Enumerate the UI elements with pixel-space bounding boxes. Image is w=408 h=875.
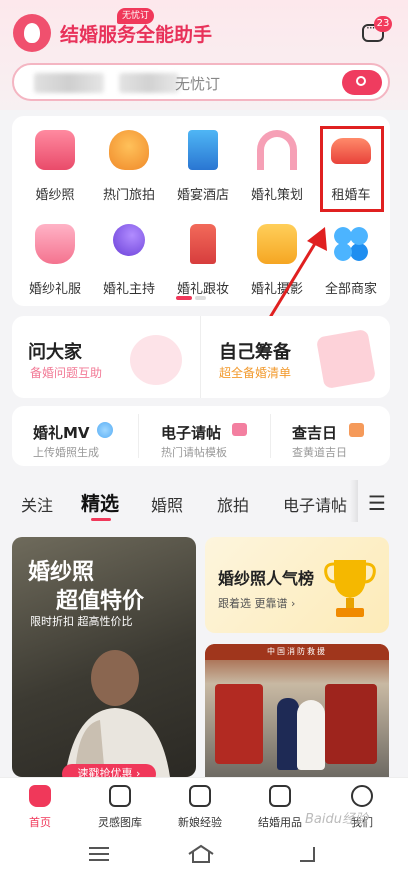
tab-scroll-shadow <box>350 480 358 522</box>
category-bridal-dress[interactable]: 婚纱礼服 <box>18 210 92 297</box>
tab-follow[interactable]: 关注 <box>21 492 53 516</box>
category-wedding-photo[interactable]: 婚纱照 <box>18 116 92 203</box>
envelope-icon <box>232 423 247 436</box>
category-banquet-hotel[interactable]: 婚宴酒店 <box>166 116 240 203</box>
wedding-mv-title[interactable]: 婚礼MV <box>33 422 90 443</box>
checklist-icon <box>315 328 377 390</box>
floral-arch-icon <box>257 130 297 170</box>
message-badge: 23 <box>374 16 392 32</box>
promo-line: 限时折扣 超高性价比 <box>30 615 133 628</box>
tab-indicator <box>91 518 111 521</box>
fire-truck <box>215 684 263 764</box>
ranking-title: 婚纱照人气榜 <box>218 569 315 588</box>
divider <box>200 316 201 398</box>
nav-inspiration[interactable]: 灵感图库 <box>80 782 160 834</box>
app-logo-icon <box>13 14 51 52</box>
system-back-icon[interactable] <box>298 845 316 863</box>
nav-label: 首页 <box>29 816 51 829</box>
hot-air-balloon-icon <box>109 130 149 170</box>
hotel-building-icon <box>188 130 218 170</box>
category-bridal-makeup[interactable]: 婚礼跟妆 <box>166 210 240 297</box>
microphone-icon <box>113 224 145 256</box>
category-label: 婚纱礼服 <box>28 282 81 297</box>
lucky-day-title[interactable]: 查吉日 <box>292 422 337 443</box>
category-label: 婚礼策划 <box>250 188 303 203</box>
trophy-icon <box>324 560 376 617</box>
wedding-mv-subtitle: 上传婚照生成 <box>33 446 99 459</box>
fire-station-sign: 中国消防救援 <box>205 644 389 660</box>
page-indicator <box>176 296 206 300</box>
divider <box>138 414 139 458</box>
tab-e-invitation[interactable]: 电子请帖 <box>283 492 347 516</box>
category-label: 热门旅拍 <box>102 188 155 203</box>
category-label: 婚礼主持 <box>102 282 155 297</box>
feed-card-photo[interactable]: 中国消防救援 <box>205 644 389 777</box>
promo-subtitle: 超值特价 <box>56 589 145 614</box>
mascot-icon <box>130 335 182 385</box>
category-wedding-planning[interactable]: 婚礼策划 <box>240 116 314 203</box>
system-menu-icon[interactable] <box>89 847 109 861</box>
category-label: 婚宴酒店 <box>176 188 229 203</box>
e-invitation-subtitle: 热门请帖模板 <box>161 446 227 459</box>
nav-label: 新娘经验 <box>178 816 222 829</box>
tab-travel[interactable]: 旅拍 <box>217 492 249 516</box>
e-invitation-title[interactable]: 电子请帖 <box>161 422 221 443</box>
search-text-blurred <box>119 73 179 93</box>
category-label: 婚纱照 <box>35 188 75 203</box>
nav-home[interactable]: 首页 <box>0 782 80 834</box>
app-title: 结婚服务全能助手 <box>60 24 213 46</box>
category-travel-photo[interactable]: 热门旅拍 <box>92 116 166 203</box>
nav-label: 灵感图库 <box>98 816 142 829</box>
tab-wedding-photos[interactable]: 婚照 <box>151 492 183 516</box>
search-placeholder: 无忧订 <box>175 75 221 93</box>
film-reel-icon <box>97 422 113 438</box>
lucky-day-subtitle: 查黄道吉日 <box>292 446 347 459</box>
users-icon <box>351 785 373 807</box>
search-bar[interactable]: 无忧订 <box>12 63 390 101</box>
search-text-blurred <box>34 73 104 93</box>
home-icon <box>29 785 51 807</box>
system-nav-bar <box>0 835 408 875</box>
nav-bride-experience[interactable]: 新娘经验 <box>160 782 240 834</box>
divider <box>270 414 271 458</box>
ask-card-subtitle: 备婚问题互助 <box>30 366 103 380</box>
clover-grid-icon <box>331 224 371 264</box>
prepare-card-subtitle: 超全备婚清单 <box>219 366 292 380</box>
category-label: 婚礼跟妆 <box>176 282 229 297</box>
calendar-icon <box>349 423 364 437</box>
bottom-navigation: 首页 灵感图库 新娘经验 结婚用品 我们 <box>0 777 408 836</box>
dress-icon <box>35 224 75 264</box>
bride-figure <box>297 700 325 770</box>
menu-icon[interactable]: ☰ <box>368 491 386 515</box>
category-tag: 无忧订 <box>117 8 155 24</box>
system-home-icon[interactable] <box>187 844 215 864</box>
promo-title: 婚纱照 <box>28 560 95 585</box>
couple-photo <box>65 650 170 777</box>
ranking-subtitle: 跟着选 更靠谱 › <box>218 597 296 610</box>
note-icon <box>189 785 211 807</box>
highlight-box <box>320 126 384 212</box>
watermark: Baidu经验 <box>305 812 368 827</box>
groom-figure <box>277 698 299 770</box>
search-button[interactable] <box>342 70 382 95</box>
prepare-card-title[interactable]: 自己筹备 <box>219 338 291 364</box>
fire-truck <box>325 684 377 764</box>
shopping-bag-icon <box>269 785 291 807</box>
tab-featured[interactable]: 精选 <box>81 489 119 516</box>
image-icon <box>109 785 131 807</box>
lipstick-icon <box>190 224 216 264</box>
ask-card-title[interactable]: 问大家 <box>28 338 82 364</box>
category-wedding-host[interactable]: 婚礼主持 <box>92 210 166 297</box>
camera-icon <box>35 130 75 170</box>
